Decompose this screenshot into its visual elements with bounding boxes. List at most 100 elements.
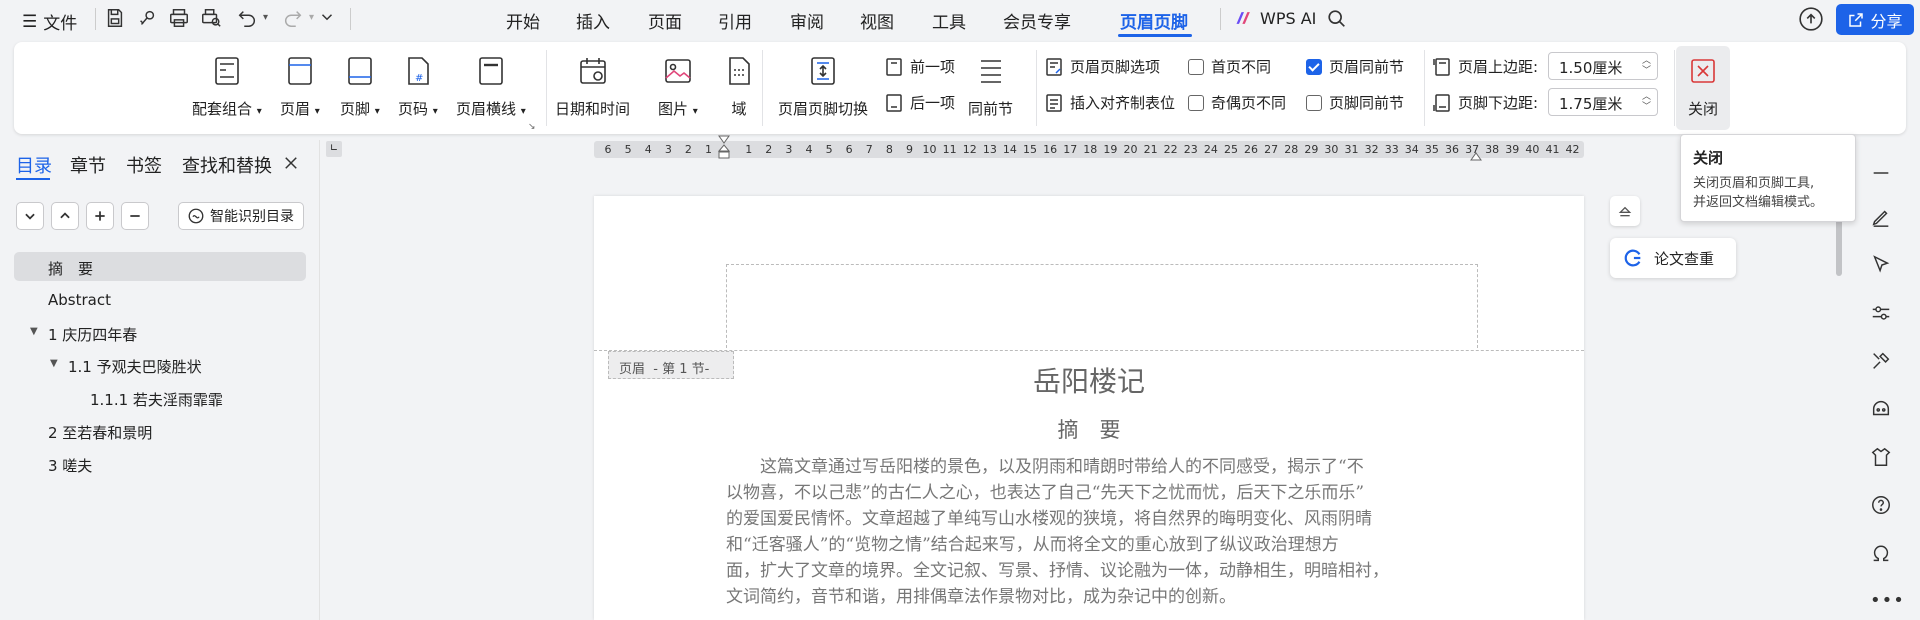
cloud-upload-icon[interactable] [1798,6,1824,32]
help-icon[interactable] [1870,494,1892,516]
horizontal-ruler[interactable]: 6 5 4 3 2 1 1 2 3 4 5 6 7 8 9 10 11 12 13 14 15 16 17 18 19 20 21 2… [594,141,1584,158]
ruler-tick-label: 1 [705,143,713,156]
minimize-panel-icon[interactable] [1870,162,1892,184]
different-odd-even-checkbox[interactable]: 奇偶页不同 [1188,92,1286,113]
ruler-tick-label: 24 [1203,143,1218,156]
collapse-header-button[interactable] [1610,196,1640,226]
redo-icon[interactable] [282,7,306,31]
toc-item[interactable]: 1.1 予观夫巴陵胜状 [68,356,202,377]
group-expand-icon[interactable]: ↘ [528,122,536,132]
close-header-footer-button[interactable]: 关闭 [1676,46,1730,130]
align-tab-icon [1046,93,1062,112]
menu-review[interactable]: 审阅 [790,8,824,33]
tooltip-line-1: 关闭页眉和页脚工具, [1693,176,1815,191]
print-icon[interactable] [168,7,192,31]
header-button[interactable]: 页眉 ▾ [280,54,320,119]
undo-dropdown-icon[interactable]: ▾ [263,12,268,23]
omega-symbol-icon[interactable] [1870,542,1892,564]
right-indent-marker-icon[interactable] [1470,151,1482,161]
tab-toc[interactable]: 目录 [16,152,52,178]
expand-arrow-icon[interactable]: ▼ [50,358,58,369]
tab-stop-selector[interactable]: ∟ [326,141,342,157]
page-number-button[interactable]: # 页码 ▾ [398,54,438,119]
menu-insert[interactable]: 插入 [576,8,610,33]
share-button[interactable]: 分享 [1836,4,1914,35]
same-as-previous-button[interactable]: 同前节 [968,54,1013,119]
expand-arrow-icon[interactable]: ▼ [30,326,38,337]
add-heading-button[interactable] [86,202,114,230]
footer-button[interactable]: 页脚 ▾ [340,54,380,119]
picture-button[interactable]: 图片 ▾ [658,54,698,119]
adjust-sliders-icon[interactable] [1870,302,1892,324]
toc-item[interactable]: 2 至若春和景明 [48,422,152,443]
header-same-as-previous-checkbox[interactable]: 页眉同前节 [1306,56,1404,77]
spinner-arrows-icon[interactable]: ︿ ﹀ [1642,56,1651,76]
header-editing-area[interactable] [726,264,1478,348]
ruler-tick-label: 32 [1364,143,1379,156]
expand-up-button[interactable] [51,202,79,230]
menu-header-footer[interactable]: 页眉页脚 [1120,8,1188,33]
menu-member[interactable]: 会员专享 [1003,8,1071,33]
wps-ai-icon [1236,12,1250,24]
select-pointer-icon[interactable] [1870,254,1892,276]
ruler-tick-label: 4 [805,143,813,156]
menu-start[interactable]: 开始 [506,8,540,33]
previous-icon [886,57,902,76]
ruler-tick-label: 10 [922,143,937,156]
shirt-icon[interactable] [1870,446,1892,468]
header-line-button[interactable]: 页眉横线 ▾ [456,54,526,119]
insert-align-tab-button[interactable]: 插入对齐制表位 [1044,92,1175,113]
share-link-icon[interactable] [136,7,160,31]
undo-icon[interactable] [236,7,260,31]
ruler-tick-label: 11 [942,143,957,156]
field-button[interactable]: 域 [722,54,756,119]
more-chevron-icon[interactable] [318,8,336,26]
combo-button[interactable]: 配套组合 ▾ [192,54,262,119]
abstract-paragraph[interactable]: 这篇文章通过写岳阳楼的景色，以及阴雨和晴朗时带给人的不同感受，揭示了“不 以物喜… [726,454,1486,610]
datetime-button[interactable]: 日期和时间 [555,54,630,119]
toc-item[interactable]: 摘 要 [48,258,93,279]
spinner-arrows-icon[interactable]: ︿ ﹀ [1642,92,1651,112]
indent-marker-icon[interactable] [718,135,730,171]
menu-reference[interactable]: 引用 [718,8,752,33]
document-page[interactable]: 页眉 - 第 1 节- 岳阳楼记 摘 要 这篇文章通过写岳阳楼的景色，以及阴雨和… [594,196,1584,620]
menu-page[interactable]: 页面 [648,8,682,33]
toc-item[interactable]: 1.1.1 若夫淫雨霏霏 [90,389,223,410]
wps-ai-button[interactable]: WPS AI [1234,8,1316,28]
document-title[interactable]: 岳阳楼记 [594,360,1584,400]
footer-bottom-margin-input[interactable]: 1.75厘米 ︿ ﹀ [1548,88,1658,116]
menu-tools[interactable]: 工具 [932,8,966,33]
footer-same-as-previous-checkbox[interactable]: 页脚同前节 [1306,92,1404,113]
toc-item[interactable]: 1 庆历四年春 [48,324,137,345]
active-tab-indicator [1118,34,1192,37]
close-panel-icon[interactable] [282,154,300,172]
plagiarism-check-button[interactable]: 论文查重 [1610,238,1736,278]
switch-header-footer-button[interactable]: 页眉页脚切换 [778,54,868,119]
ruler-tick-label: 3 [664,143,672,156]
search-icon[interactable] [1326,8,1348,30]
toc-item[interactable]: Abstract [48,291,111,309]
file-menu[interactable]: ☰ 文件 [22,9,77,35]
menu-view[interactable]: 视图 [860,8,894,33]
redo-dropdown-icon[interactable]: ▾ [309,12,314,23]
tab-find-replace[interactable]: 查找和替换 [182,152,272,178]
print-preview-icon[interactable] [200,7,224,31]
collapse-all-button[interactable] [16,202,44,230]
smart-toc-button[interactable]: 智能识别目录 [178,202,304,230]
switch-icon [806,54,840,88]
tab-bookmarks[interactable]: 书签 [126,152,162,178]
document-subtitle[interactable]: 摘 要 [594,414,1584,444]
next-item-button[interactable]: 后一项 [884,92,955,113]
save-icon[interactable] [104,7,128,31]
tools-icon[interactable] [1870,350,1892,372]
toc-item[interactable]: 3 嗟夫 [48,455,92,476]
header-footer-options-button[interactable]: 页眉页脚选项 [1044,56,1160,77]
header-top-margin-input[interactable]: 1.50厘米 ︿ ﹀ [1548,52,1658,80]
remove-heading-button[interactable] [121,202,149,230]
previous-item-button[interactable]: 前一项 [884,56,955,77]
ai-assistant-icon[interactable] [1870,398,1892,420]
pen-icon[interactable] [1870,206,1892,228]
different-first-page-checkbox[interactable]: 首页不同 [1188,56,1271,77]
more-options-icon[interactable]: ••• [1870,590,1905,611]
tab-sections[interactable]: 章节 [70,152,106,178]
